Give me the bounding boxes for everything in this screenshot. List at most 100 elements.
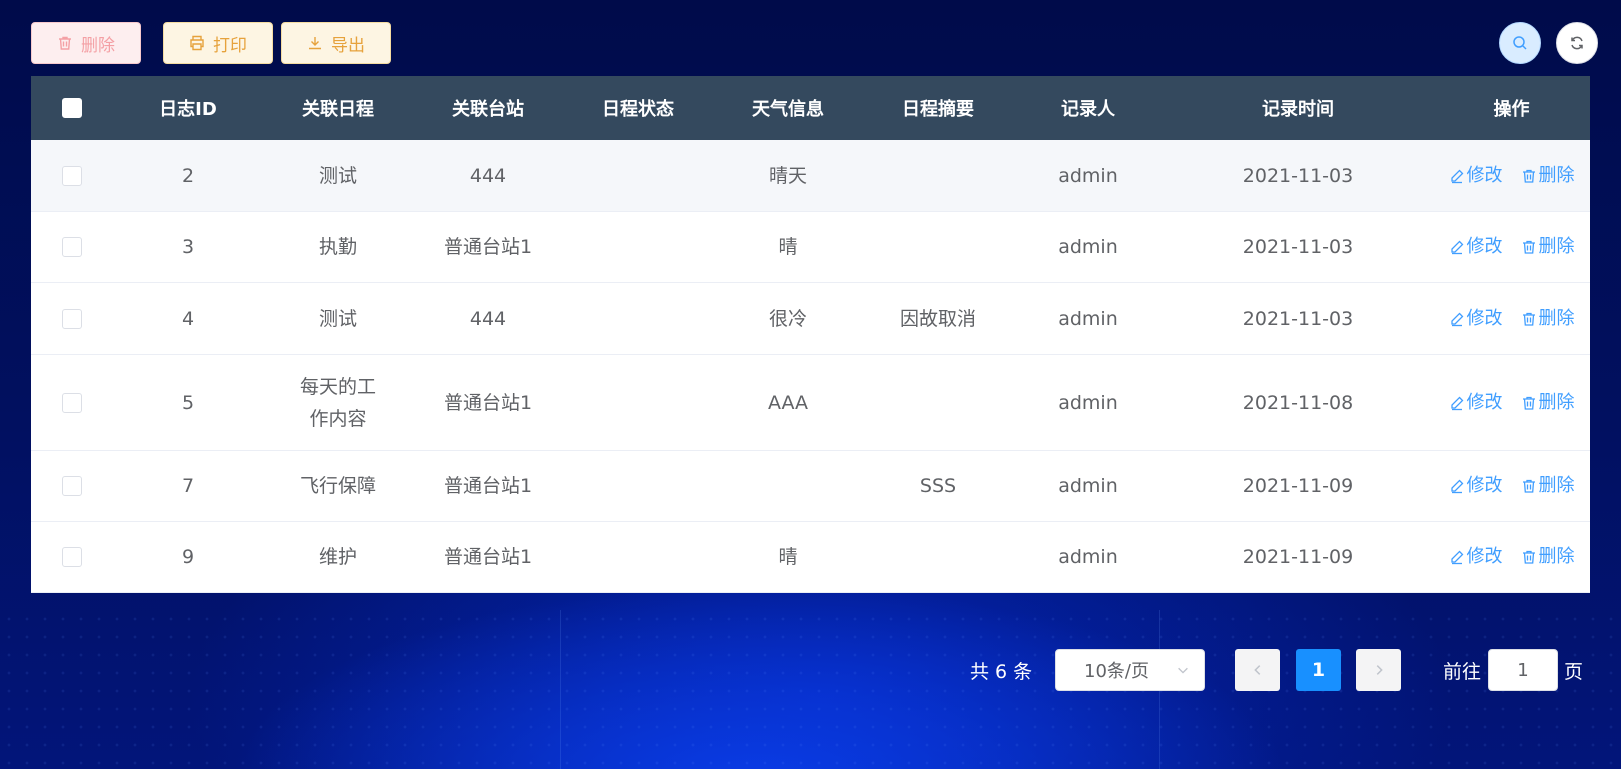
goto-page-input[interactable]: 1 (1488, 649, 1558, 691)
delete-link[interactable]: 删除 (1521, 470, 1575, 502)
cell-record-time: 2021-11-03 (1242, 164, 1354, 187)
cell-log-id: 3 (181, 236, 195, 258)
cell-schedule: 维护 (318, 546, 357, 568)
row-actions: 修改 删除 (1433, 303, 1590, 335)
edit-icon (1450, 169, 1463, 183)
cell-schedule: 测试 (318, 164, 357, 187)
delete-link-label: 删除 (1538, 546, 1575, 567)
table-row: 2 测试 444 晴天 admin 2021-11-03 修改 删除 (31, 140, 1590, 212)
row-actions: 修改 删除 (1433, 160, 1590, 192)
page-1-button[interactable]: 1 (1296, 649, 1341, 691)
cell-log-id: 7 (181, 475, 195, 497)
cell-recorder: admin (1058, 391, 1118, 414)
delete-button-label: 删除 (81, 35, 115, 56)
table-row: 9 维护 普通台站1 晴 admin 2021-11-09 修改 删除 (31, 522, 1590, 593)
header-recorder: 记录人 (1061, 99, 1115, 120)
delete-link[interactable]: 删除 (1521, 231, 1575, 263)
row-checkbox[interactable] (62, 165, 82, 186)
next-page-button[interactable] (1356, 649, 1401, 691)
cell-schedule: 执勤 (318, 236, 357, 258)
delete-link-label: 删除 (1538, 164, 1575, 186)
edit-link-label: 修改 (1466, 307, 1503, 329)
cell-schedule: 测试 (318, 307, 357, 330)
cell-weather: AAA (767, 391, 809, 414)
cell-weather: 晴 (778, 546, 798, 568)
cell-record-time: 2021-11-09 (1242, 546, 1354, 568)
print-button-label: 打印 (213, 35, 247, 56)
row-checkbox[interactable] (62, 237, 82, 257)
row-checkbox[interactable] (62, 308, 82, 329)
page-size-select[interactable]: 10条/页 (1055, 649, 1205, 691)
cell-recorder: admin (1058, 236, 1118, 258)
export-button[interactable]: 导出 (281, 22, 391, 64)
chevron-right-icon (1376, 665, 1383, 675)
row-actions: 修改 删除 (1433, 231, 1590, 263)
goto-suffix: 页 (1564, 660, 1584, 683)
header-record-time: 记录时间 (1262, 99, 1334, 120)
chevron-left-icon (1253, 665, 1260, 675)
delete-button[interactable]: 删除 (31, 22, 141, 64)
delete-link[interactable]: 删除 (1521, 160, 1575, 192)
trash-icon (1522, 396, 1535, 410)
trash-icon (59, 36, 71, 50)
search-toggle-button[interactable] (1499, 22, 1541, 64)
cell-station: 普通台站1 (443, 391, 533, 414)
cell-station: 普通台站1 (443, 475, 533, 497)
table-row: 3 执勤 普通台站1 晴 admin 2021-11-03 修改 删除 (31, 212, 1590, 283)
cell-weather: 很冷 (768, 307, 807, 330)
edit-icon (1450, 479, 1463, 494)
table-row: 5 每天的工作内容 普通台站1 AAA admin 2021-11-08 修改 删除 (31, 355, 1590, 451)
edit-link-label: 修改 (1466, 236, 1503, 257)
search-icon (1513, 36, 1527, 50)
header-log-id: 日志ID (159, 99, 217, 120)
row-select-cell (31, 308, 113, 329)
cell-log-id: 2 (181, 164, 195, 187)
download-icon (309, 37, 321, 50)
row-select-cell (31, 392, 113, 413)
edit-link[interactable]: 修改 (1449, 387, 1503, 419)
cell-station: 普通台站1 (443, 236, 533, 258)
row-select-cell (31, 165, 113, 186)
log-table: 日志ID 关联日程 关联台站 日程状态 天气信息 日程摘要 记录人 记录时间 操… (31, 76, 1590, 593)
delete-link[interactable]: 删除 (1521, 387, 1575, 419)
trash-icon (1522, 169, 1535, 183)
delete-link-label: 删除 (1538, 307, 1575, 329)
prev-page-button[interactable] (1235, 649, 1280, 691)
cell-recorder: admin (1058, 307, 1118, 330)
edit-icon (1450, 396, 1463, 410)
row-checkbox[interactable] (62, 392, 82, 413)
row-checkbox[interactable] (62, 476, 82, 496)
cell-recorder: admin (1058, 546, 1118, 568)
edit-link-label: 修改 (1466, 475, 1503, 496)
print-button[interactable]: 打印 (163, 22, 273, 64)
edit-link[interactable]: 修改 (1449, 303, 1503, 335)
delete-link[interactable]: 删除 (1521, 541, 1575, 573)
table-header: 日志ID 关联日程 关联台站 日程状态 天气信息 日程摘要 记录人 记录时间 操… (31, 76, 1590, 140)
cell-recorder: admin (1058, 164, 1118, 187)
header-actions: 操作 (1493, 99, 1530, 120)
cell-station: 444 (469, 164, 507, 187)
delete-link[interactable]: 删除 (1521, 303, 1575, 335)
cell-schedule: 飞行保障 (299, 475, 376, 497)
table-row: 4 测试 444 很冷 因故取消 admin 2021-11-03 修改 删除 (31, 283, 1590, 355)
edit-link[interactable]: 修改 (1449, 231, 1503, 263)
row-checkbox[interactable] (62, 547, 82, 567)
export-button-label: 导出 (331, 35, 365, 56)
edit-link-label: 修改 (1466, 546, 1503, 567)
edit-link[interactable]: 修改 (1449, 160, 1503, 192)
table-body: 2 测试 444 晴天 admin 2021-11-03 修改 删除 3 执勤 普通台站1 晴 admi… (31, 140, 1590, 593)
row-actions: 修改 删除 (1433, 470, 1590, 502)
refresh-button[interactable] (1556, 22, 1598, 64)
row-actions: 修改 删除 (1433, 541, 1590, 573)
edit-link[interactable]: 修改 (1449, 541, 1503, 573)
cell-station: 444 (469, 307, 507, 330)
edit-icon (1450, 240, 1463, 255)
cell-recorder: admin (1058, 475, 1118, 497)
trash-icon (1522, 550, 1535, 564)
select-all-checkbox[interactable] (62, 98, 82, 118)
edit-icon (1450, 550, 1463, 565)
edit-link[interactable]: 修改 (1449, 470, 1503, 502)
header-station: 关联台站 (452, 99, 524, 120)
cell-weather: 晴 (778, 236, 798, 258)
delete-link-label: 删除 (1538, 475, 1575, 496)
